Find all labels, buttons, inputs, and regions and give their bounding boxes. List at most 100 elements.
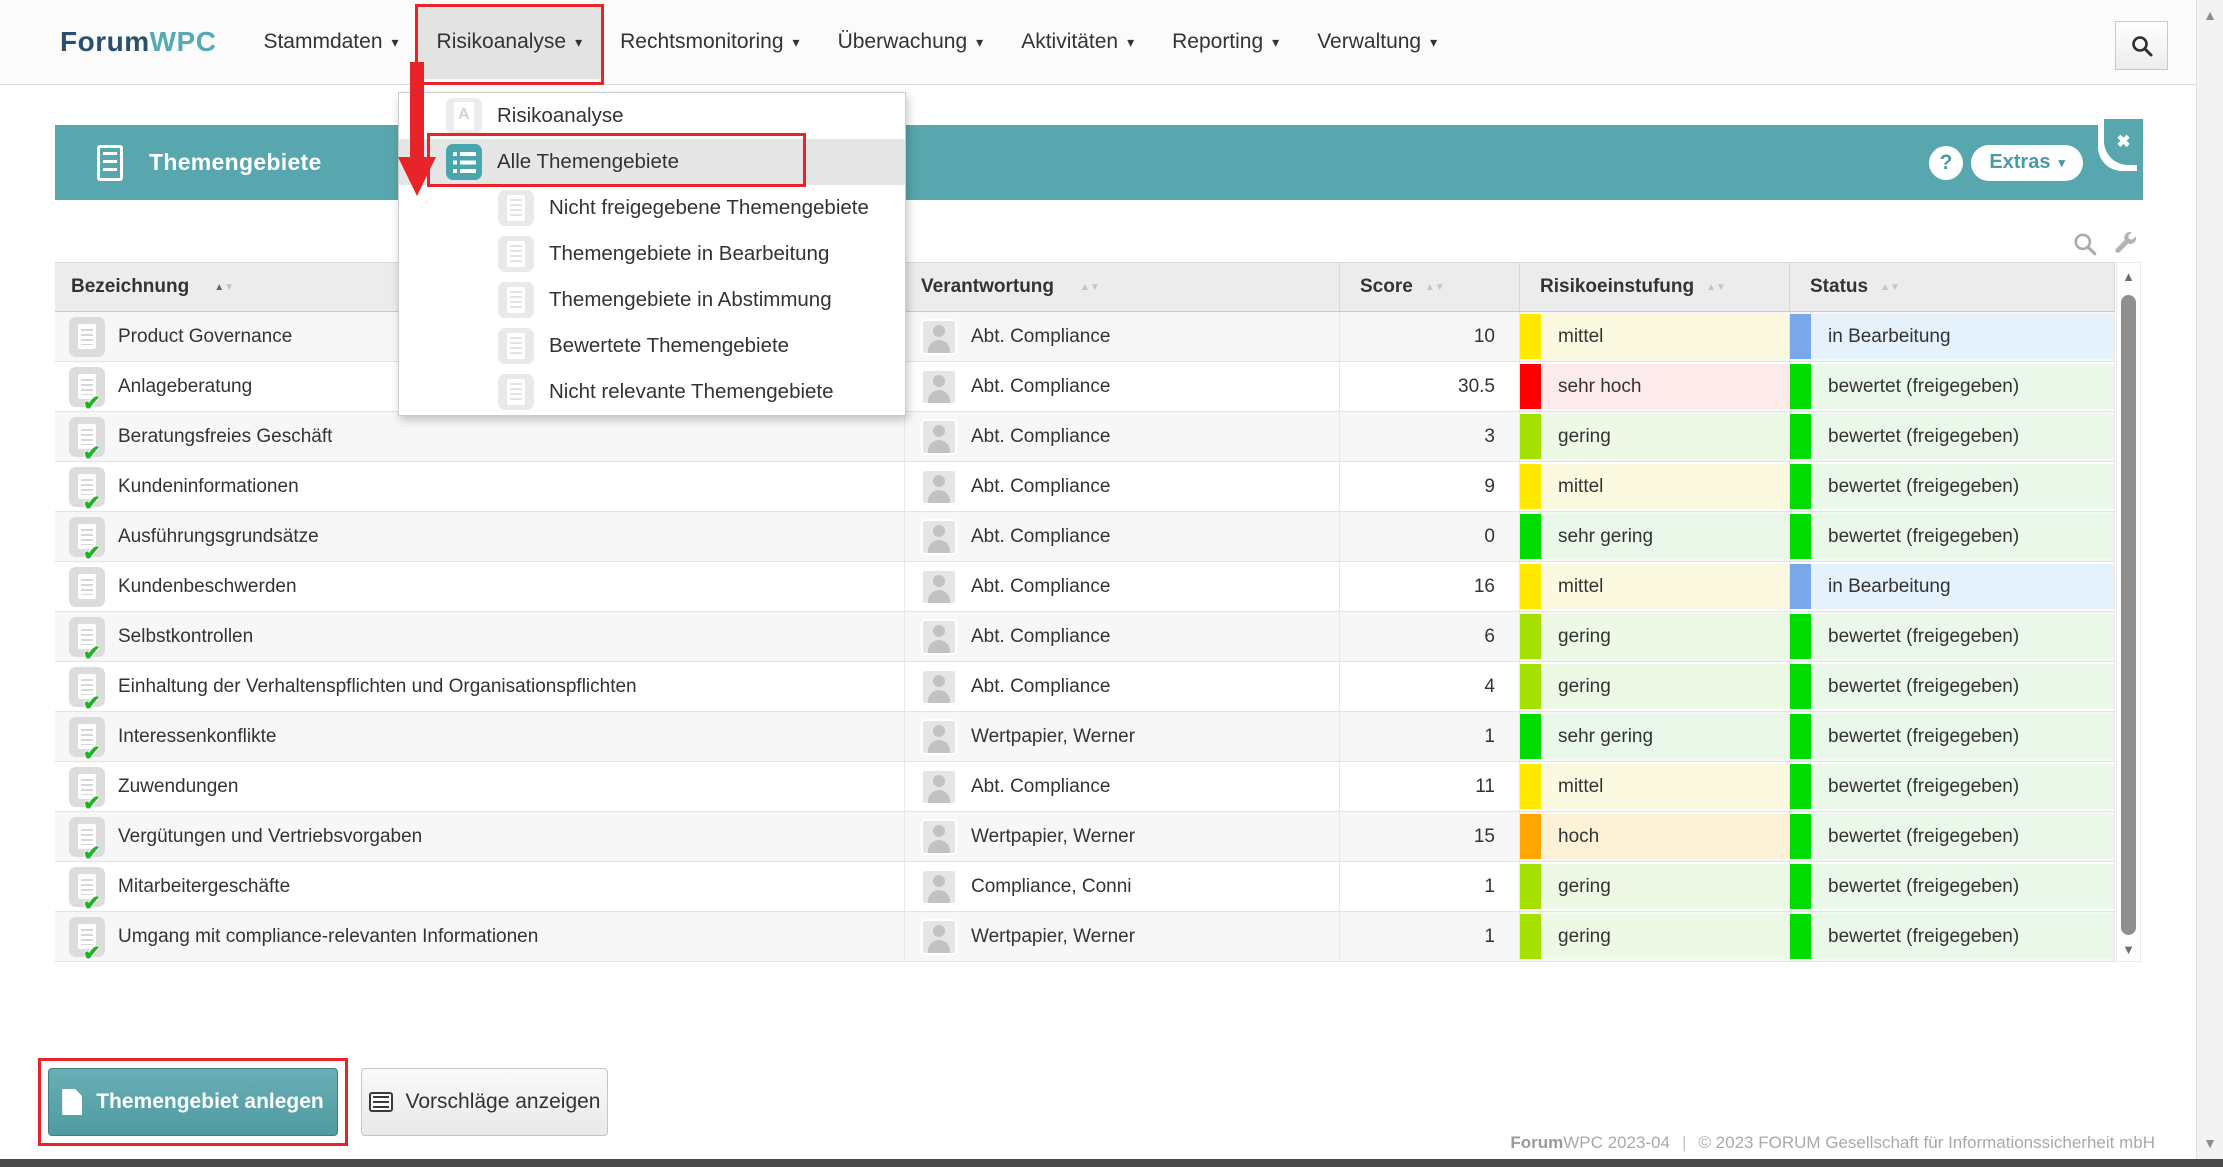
- table-row[interactable]: ✔Einhaltung der Verhaltenspflichten und …: [55, 662, 2115, 712]
- nav-item-verwaltung[interactable]: Verwaltung▾: [1298, 5, 1456, 79]
- table-row[interactable]: ✔KundeninformationenAbt. Compliance9mitt…: [55, 462, 2115, 512]
- document-icon: [498, 282, 534, 318]
- risiko-cell: sehr gering: [1520, 512, 1790, 561]
- global-search-button[interactable]: [2115, 21, 2168, 70]
- column-label: Risikoeinstufung: [1540, 276, 1694, 298]
- risiko-label: mittel: [1558, 476, 1603, 498]
- risiko-cell: gering: [1520, 412, 1790, 461]
- bezeichnung-cell: ✔Zuwendungen: [55, 762, 905, 811]
- risiko-label: sehr gering: [1558, 526, 1653, 548]
- risiko-color-bar: [1520, 764, 1541, 809]
- status-cell: bewertet (freigegeben): [1790, 712, 2115, 761]
- column-header-status[interactable]: Status ▲▼: [1790, 263, 2115, 311]
- menu-item-nicht-relevante[interactable]: Nicht relevante Themengebiete: [399, 369, 905, 415]
- bezeichnung-text: Kundeninformationen: [118, 476, 299, 498]
- bezeichnung-cell: ✔Vergütungen und Vertriebsvorgaben: [55, 812, 905, 861]
- menu-item-alle-themengebiete[interactable]: Alle Themengebiete: [399, 139, 905, 185]
- scroll-up-icon[interactable]: ▲: [2117, 269, 2140, 284]
- table-row[interactable]: ✔ZuwendungenAbt. Compliance11mittelbewer…: [55, 762, 2115, 812]
- help-button[interactable]: ?: [1929, 146, 1963, 180]
- bezeichnung-cell: ✔Einhaltung der Verhaltenspflichten und …: [55, 662, 905, 711]
- table-scrollbar-thumb[interactable]: [2121, 295, 2136, 935]
- table-row[interactable]: ✔Vergütungen und VertriebsvorgabenWertpa…: [55, 812, 2115, 862]
- page-scrollbar[interactable]: ▲ ▼: [2196, 0, 2223, 1167]
- table-settings-wrench-icon[interactable]: [2112, 231, 2138, 257]
- table-row[interactable]: ✔InteressenkonflikteWertpapier, Werner1s…: [55, 712, 2115, 762]
- column-label: Bezeichnung: [71, 276, 189, 298]
- verantwortung-text: Abt. Compliance: [971, 626, 1110, 648]
- table-row[interactable]: ✔AnlageberatungAbt. Compliance30.5sehr h…: [55, 362, 2115, 412]
- panel-header: Themengebiete ? Extras ▾: [55, 125, 2143, 200]
- nav-item-risikoanalyse[interactable]: Risikoanalyse▾: [418, 5, 602, 79]
- footer-separator: |: [1682, 1133, 1686, 1152]
- menu-item-risikoanalyse[interactable]: Risikoanalyse: [399, 93, 905, 139]
- column-header-verantwortung[interactable]: Verantwortung ▲▼: [905, 263, 1340, 311]
- status-cell: in Bearbeitung: [1790, 312, 2115, 361]
- table-search-icon[interactable]: [2072, 231, 2098, 257]
- status-cell: bewertet (freigegeben): [1790, 512, 2115, 561]
- verantwortung-text: Abt. Compliance: [971, 426, 1110, 448]
- bezeichnung-text: Zuwendungen: [118, 776, 238, 798]
- nav-item-ueberwachung[interactable]: Überwachung▾: [819, 5, 1003, 79]
- risiko-label: sehr hoch: [1558, 376, 1641, 398]
- menu-item-bewertete[interactable]: Bewertete Themengebiete: [399, 323, 905, 369]
- footer-version: WPC 2023-04: [1563, 1133, 1670, 1152]
- page-scroll-up-icon[interactable]: ▲: [2197, 7, 2223, 23]
- status-cell: bewertet (freigegeben): [1790, 612, 2115, 661]
- verantwortung-cell: Wertpapier, Werner: [905, 812, 1340, 861]
- nav-item-rechtsmonitoring[interactable]: Rechtsmonitoring▾: [601, 5, 818, 79]
- risiko-cell: mittel: [1520, 562, 1790, 611]
- topics-document-icon: [97, 145, 123, 181]
- menu-item-label: Themengebiete in Abstimmung: [549, 288, 832, 312]
- verantwortung-cell: Abt. Compliance: [905, 412, 1340, 461]
- column-header-score[interactable]: Score ▲▼: [1340, 263, 1520, 311]
- score-text: 16: [1474, 576, 1495, 598]
- create-topic-button[interactable]: Themengebiet anlegen: [48, 1068, 338, 1136]
- risiko-color-bar: [1520, 314, 1541, 359]
- status-color-bar: [1790, 664, 1811, 709]
- risiko-label: gering: [1558, 926, 1611, 948]
- table-row[interactable]: ✔SelbstkontrollenAbt. Compliance6geringb…: [55, 612, 2115, 662]
- nav-item-reporting[interactable]: Reporting▾: [1153, 5, 1298, 79]
- menu-item-in-bearbeitung[interactable]: Themengebiete in Bearbeitung: [399, 231, 905, 277]
- page-scroll-down-icon[interactable]: ▼: [2197, 1135, 2223, 1151]
- status-label: in Bearbeitung: [1828, 326, 1951, 348]
- menu-item-in-abstimmung[interactable]: Themengebiete in Abstimmung: [399, 277, 905, 323]
- chevron-down-icon: ▾: [2058, 155, 2065, 171]
- table-row[interactable]: ✔AusführungsgrundsätzeAbt. Compliance0se…: [55, 512, 2115, 562]
- table-row[interactable]: Product GovernanceAbt. Compliance10mitte…: [55, 312, 2115, 362]
- status-color-bar: [1790, 314, 1811, 359]
- verantwortung-text: Abt. Compliance: [971, 776, 1110, 798]
- person-icon: [921, 369, 957, 405]
- app-window: ForumWPC Stammdaten▾ Risikoanalyse▾ Rech…: [0, 0, 2223, 1167]
- scroll-down-icon[interactable]: ▼: [2117, 942, 2140, 957]
- table-row[interactable]: ✔Umgang mit compliance-relevanten Inform…: [55, 912, 2115, 962]
- status-color-bar: [1790, 864, 1811, 909]
- status-cell: bewertet (freigegeben): [1790, 862, 2115, 911]
- status-color-bar: [1790, 414, 1811, 459]
- verantwortung-cell: Abt. Compliance: [905, 462, 1340, 511]
- score-cell: 6: [1340, 612, 1520, 661]
- status-color-bar: [1790, 814, 1811, 859]
- extras-button[interactable]: Extras ▾: [1971, 145, 2083, 181]
- score-text: 0: [1484, 526, 1495, 548]
- risiko-label: mittel: [1558, 576, 1603, 598]
- table-row[interactable]: ✔Beratungsfreies GeschäftAbt. Compliance…: [55, 412, 2115, 462]
- app-logo: ForumWPC: [60, 26, 216, 58]
- verantwortung-text: Abt. Compliance: [971, 326, 1110, 348]
- menu-item-nicht-freigegebene[interactable]: Nicht freigegebene Themengebiete: [399, 185, 905, 231]
- show-suggestions-button[interactable]: Vorschläge anzeigen: [361, 1068, 608, 1136]
- table-scrollbar[interactable]: ▲ ▼: [2116, 262, 2141, 962]
- person-icon: [921, 569, 957, 605]
- new-document-icon: [62, 1089, 82, 1115]
- nav-item-aktivitaeten[interactable]: Aktivitäten▾: [1002, 5, 1153, 79]
- topic-approved-icon: ✔: [69, 717, 105, 757]
- column-header-risikoeinstufung[interactable]: Risikoeinstufung ▲▼: [1520, 263, 1790, 311]
- nav-item-stammdaten[interactable]: Stammdaten▾: [244, 5, 417, 79]
- table-row[interactable]: ✔MitarbeitergeschäfteCompliance, Conni1g…: [55, 862, 2115, 912]
- status-color-bar: [1790, 564, 1811, 609]
- score-text: 10: [1474, 326, 1495, 348]
- person-icon: [921, 669, 957, 705]
- table-row[interactable]: KundenbeschwerdenAbt. Compliance16mittel…: [55, 562, 2115, 612]
- score-text: 3: [1484, 426, 1495, 448]
